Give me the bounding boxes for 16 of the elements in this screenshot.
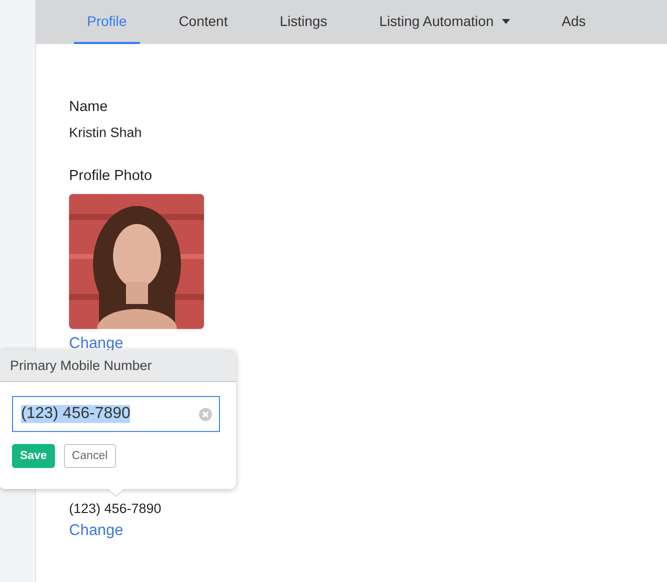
field-label: Profile Photo — [69, 168, 152, 184]
popover-pointer — [108, 489, 124, 497]
field-label: Name — [69, 99, 108, 115]
field-value: Kristin Shah — [69, 125, 142, 140]
nav-tab[interactable]: Listing Automation — [366, 0, 523, 44]
cancel-button[interactable]: Cancel — [64, 444, 116, 468]
field-value: (123) 456-7890 — [69, 501, 162, 516]
field-text: (123) 456-7890 — [21, 405, 130, 423]
nav-tab[interactable]: Content — [166, 0, 241, 44]
popover-title: Primary Mobile Number — [10, 358, 152, 373]
clear-icon[interactable] — [199, 408, 212, 420]
nav-tab[interactable]: Ads — [548, 0, 599, 44]
change-link[interactable]: Change — [69, 522, 124, 540]
change-link[interactable]: Change — [69, 335, 124, 353]
nav-tab[interactable]: Listings — [266, 0, 340, 44]
input-field[interactable]: (123) 456-7890 — [12, 396, 220, 432]
